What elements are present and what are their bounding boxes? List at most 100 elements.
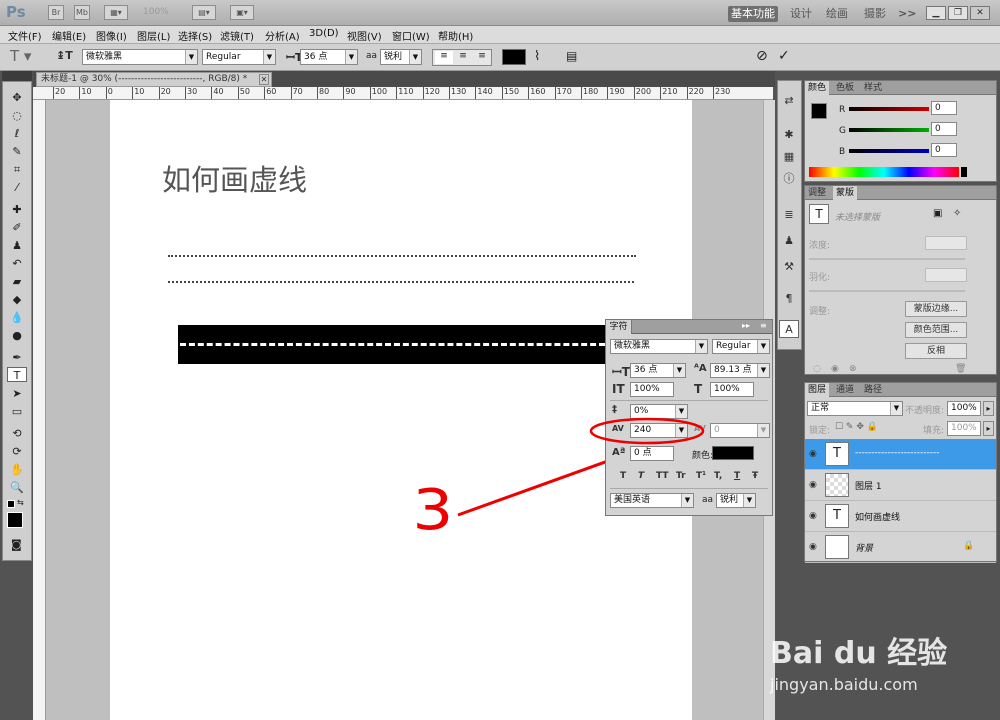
3d-rotate-tool-icon[interactable]: ⟲ (7, 426, 27, 441)
cp-vertical-scale-field[interactable]: 100% (630, 382, 674, 397)
document-tab[interactable]: 未标题-1 @ 30% (--------------------------,… (36, 72, 272, 87)
eyedropper-tool-icon[interactable]: ⁄ (7, 180, 27, 195)
color-spectrum[interactable] (809, 167, 959, 177)
move-tool-icon[interactable]: ✥ (7, 90, 27, 105)
apply-mask-icon[interactable]: ◉ (831, 364, 839, 374)
cancel-icon[interactable]: ⊘ (756, 48, 768, 64)
layer-row[interactable]: ◉ T 如何画虚线 (805, 501, 996, 532)
view-extras-icon[interactable]: ▦▾ (104, 5, 128, 20)
tab-color[interactable]: 颜色 (805, 81, 830, 95)
default-colors-icon[interactable] (7, 500, 15, 508)
character-panel-icon[interactable]: A (779, 320, 799, 338)
tab-layers[interactable]: 图层 (805, 383, 830, 397)
density-field[interactable] (925, 236, 967, 250)
tab-masks[interactable]: 蒙版 (833, 186, 858, 200)
shape-tool-icon[interactable]: ▭ (7, 404, 27, 419)
info-panel-icon[interactable]: ⓘ (779, 170, 799, 188)
pen-tool-icon[interactable]: ✒ (7, 350, 27, 365)
workspace-photography[interactable]: 摄影 (864, 6, 886, 22)
close-tab-icon[interactable]: ✕ (259, 74, 269, 85)
superscript-button[interactable]: T¹ (696, 471, 706, 481)
brush-tool-icon[interactable]: ✐ (7, 220, 27, 235)
opacity-arrow-icon[interactable]: ▸ (983, 401, 994, 416)
fg-color-swatch[interactable] (811, 103, 827, 119)
density-slider[interactable] (809, 258, 965, 260)
subscript-button[interactable]: T, (714, 471, 722, 481)
visibility-eye-icon[interactable]: ◉ (809, 511, 817, 521)
menu-view[interactable]: 视图(V) (347, 28, 382, 43)
small-caps-button[interactable]: Tr (676, 471, 686, 481)
toggle-panels-icon[interactable]: ▤ (566, 49, 577, 63)
lock-icons[interactable]: ☐ ✎ ✥ 🔒 (835, 422, 878, 432)
g-value[interactable]: 0 (931, 122, 957, 136)
workspace-design[interactable]: 设计 (790, 6, 812, 22)
align-right-icon[interactable]: ≡ (473, 51, 491, 64)
r-slider[interactable] (849, 107, 929, 111)
dodge-tool-icon[interactable]: ● (7, 328, 27, 343)
menu-window[interactable]: 窗口(W) (392, 28, 430, 43)
font-family-select[interactable]: 微软雅黑 ▼ (82, 49, 198, 65)
tab-styles[interactable]: 样式 (861, 81, 885, 95)
tab-adjustments[interactable]: 调整 (805, 186, 829, 200)
menu-analysis[interactable]: 分析(A) (265, 28, 300, 43)
feather-slider[interactable] (809, 290, 965, 292)
disable-mask-icon[interactable]: ⊗ (849, 364, 857, 374)
marquee-tool-icon[interactable]: ◌ (7, 108, 27, 123)
tool-presets-panel-icon[interactable]: ⚒ (779, 258, 799, 276)
visibility-eye-icon[interactable]: ◉ (809, 449, 817, 459)
tab-swatches[interactable]: 色板 (833, 81, 857, 95)
collapse-icon[interactable]: ▸▸ (742, 321, 750, 330)
g-slider[interactable] (849, 128, 929, 132)
hand-tool-icon[interactable]: ✋ (7, 462, 27, 477)
bridge-icon[interactable]: Br (48, 5, 64, 20)
history-panel-icon[interactable]: ⇄ (779, 92, 799, 110)
cp-font-style-select[interactable]: Regular ▼ (712, 339, 770, 354)
fill-field[interactable]: 100% (947, 421, 981, 436)
text-color-swatch[interactable] (502, 49, 526, 65)
zoom-tool-icon[interactable]: 🔍 (7, 480, 27, 495)
cp-baseline-field[interactable]: 0 点 (630, 446, 674, 461)
clone-stamp-tool-icon[interactable]: ♟ (7, 238, 27, 253)
cp-antialias-select[interactable]: 锐利 ▼ (716, 493, 756, 508)
cp-font-family-select[interactable]: 微软雅黑 ▼ (610, 339, 708, 354)
visibility-eye-icon[interactable]: ◉ (809, 542, 817, 552)
menu-help[interactable]: 帮助(H) (438, 28, 473, 43)
close-icon[interactable]: ✕ (970, 6, 990, 20)
panel-menu-icon[interactable]: ≡ (760, 321, 767, 330)
paragraph-panel-icon[interactable]: ¶ (779, 290, 799, 308)
menu-select[interactable]: 选择(S) (178, 28, 212, 43)
b-slider[interactable] (849, 149, 929, 153)
load-selection-icon[interactable]: ◌ (813, 364, 821, 374)
blend-mode-select[interactable]: 正常 ▼ (807, 401, 903, 416)
spectrum-black[interactable] (961, 167, 967, 177)
minimize-icon[interactable]: ▁ (926, 6, 946, 20)
pixel-mask-icon[interactable]: ▣ (933, 208, 942, 219)
invert-button[interactable]: 反相 (905, 343, 967, 359)
type-tool-icon[interactable]: T (7, 367, 27, 382)
warp-text-icon[interactable]: ⌇ (534, 49, 540, 64)
screen-mode-icon[interactable]: ▣▾ (230, 5, 254, 20)
menu-3d[interactable]: 3D(D) (309, 28, 339, 39)
navigator-panel-icon[interactable]: ✱ (779, 126, 799, 144)
workspace-basic[interactable]: 基本功能 (728, 6, 778, 22)
visibility-eye-icon[interactable]: ◉ (809, 480, 817, 490)
character-panel-tab[interactable]: 字符 (606, 320, 632, 334)
cp-language-select[interactable]: 美国英语 ▼ (610, 493, 694, 508)
font-style-select[interactable]: Regular ▼ (202, 49, 276, 65)
crop-tool-icon[interactable]: ⌗ (7, 162, 27, 177)
swap-colors-icon[interactable]: ⇆ (17, 498, 24, 507)
bold-style-button[interactable]: T (620, 471, 626, 481)
vector-mask-icon[interactable]: ✧ (953, 208, 961, 219)
antialias-select[interactable]: 锐利 ▼ (380, 49, 422, 65)
workspace-painting[interactable]: 绘画 (826, 6, 848, 22)
cp-leading-select[interactable]: 89.13 点 ▼ (710, 363, 770, 378)
align-center-icon[interactable]: ≡ (454, 51, 472, 64)
strikethrough-button[interactable]: Ŧ (752, 471, 758, 481)
layer-row[interactable]: ◉ 图层 1 (805, 470, 996, 501)
layer-row[interactable]: ◉ T -------------------------- (805, 439, 996, 470)
color-range-button[interactable]: 颜色范围... (905, 322, 967, 338)
quick-mask-icon[interactable]: ◙ (11, 538, 22, 551)
lasso-tool-icon[interactable]: ℓ (7, 126, 27, 141)
align-left-icon[interactable]: ≡ (435, 51, 453, 64)
zoom-level[interactable]: 100% (143, 7, 169, 17)
